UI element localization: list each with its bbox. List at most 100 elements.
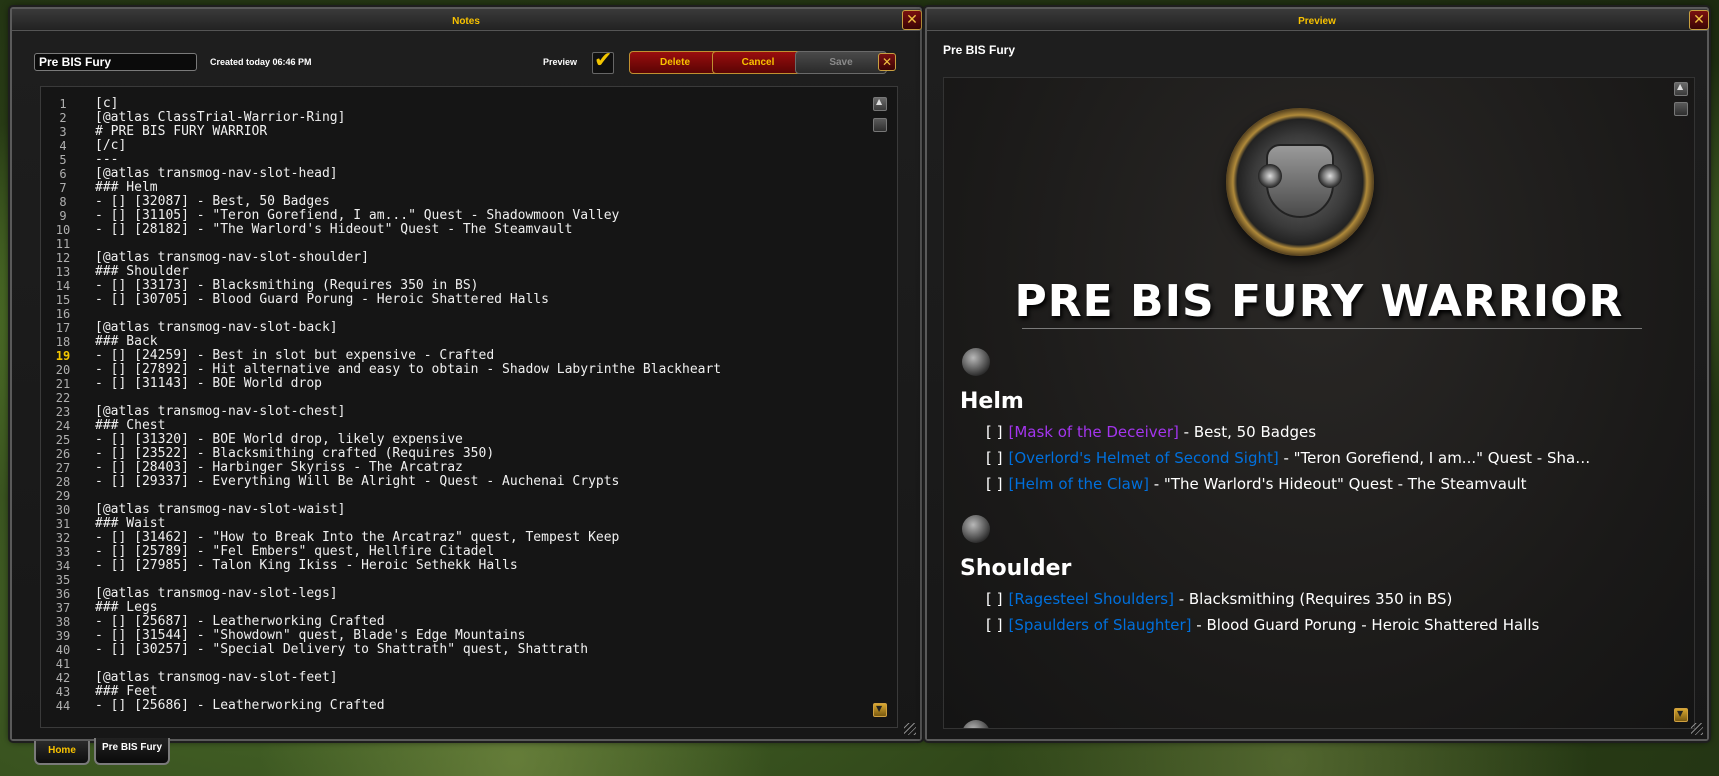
scrollbar-thumb[interactable] [873,118,887,132]
code-line[interactable]: [@atlas transmog-nav-slot-back] [95,321,867,335]
line-number: 6 [59,167,67,181]
code-line[interactable] [95,237,867,251]
item-link[interactable]: [Mask of the Deceiver] [1008,423,1178,441]
line-number: 3 [59,125,67,139]
notes-window-title: Notes [452,16,480,27]
code-line[interactable]: ### Waist [95,517,867,531]
scroll-up-button[interactable] [873,97,887,111]
preview-scroll-down-button[interactable] [1674,708,1688,722]
preview-window-close-button[interactable]: ✕ [1689,10,1709,30]
preview-resize-grip[interactable] [1691,723,1703,735]
line-number: 38 [55,615,71,629]
code-line[interactable]: ### Chest [95,419,867,433]
line-number-gutter: 1 2 3 4 5 6 7 8 9 10 11 12 13 14 15 16 17 18 19 20 21 22 23 24 2… [41,97,85,713]
tab-home[interactable]: Home [34,741,90,765]
code-line[interactable]: - [] [27892] - Hit alternative and easy … [95,363,867,377]
scroll-down-button[interactable] [873,703,887,717]
cancel-button[interactable]: Cancel [712,51,804,74]
code-line[interactable]: - [] [28182] - "The Warlord's Hideout" Q… [95,223,867,237]
line-number: 5 [59,153,67,167]
item-link[interactable]: [Spaulders of Slaughter] [1008,616,1191,634]
code-line[interactable]: ### Feet [95,685,867,699]
code-line[interactable]: [/c] [95,139,867,153]
line-number: 42 [55,671,71,685]
code-line[interactable]: # PRE BIS FURY WARRIOR [95,125,867,139]
code-line[interactable]: ### Shoulder [95,265,867,279]
item-checkbox[interactable]: [ ] [986,616,1002,634]
preview-scroll-up-button[interactable] [1674,82,1688,96]
preview-checkbox[interactable]: ✔ [592,48,614,74]
line-number: 32 [55,531,71,545]
code-line[interactable]: [@atlas transmog-nav-slot-legs] [95,587,867,601]
code-line[interactable]: - [] [31544] - "Showdown" quest, Blade's… [95,629,867,643]
code-line[interactable]: - [] [24259] - Best in slot but expensiv… [95,349,867,363]
line-number: 24 [55,419,71,433]
notes-window-close-button[interactable]: ✕ [902,10,922,30]
code-line[interactable]: ### Back [95,335,867,349]
code-line[interactable]: - [] [31320] - BOE World drop, likely ex… [95,433,867,447]
line-number: 14 [55,279,71,293]
code-line[interactable] [95,657,867,671]
code-line[interactable]: --- [95,153,867,167]
line-number: 8 [59,195,67,209]
line-number: 11 [55,237,71,251]
code-line[interactable]: - [] [27985] - Talon King Ikiss - Heroic… [95,559,867,573]
item-link[interactable]: [Helm of the Claw] [1008,475,1148,493]
code-line[interactable]: - [] [30257] - "Special Delivery to Shat… [95,643,867,657]
code-line[interactable]: - [] [28403] - Harbinger Skyriss - The A… [95,461,867,475]
code-line[interactable]: - [] [31105] - "Teron Gorefiend, I am...… [95,209,867,223]
code-line[interactable]: - [] [25686] - Leatherworking Crafted [95,699,867,713]
code-line[interactable]: - [] [31143] - BOE World drop [95,377,867,391]
code-line[interactable] [95,573,867,587]
tab-pre-bis-fury[interactable]: Pre BIS Fury [94,738,170,765]
code-line[interactable]: - [] [33173] - Blacksmithing (Requires 3… [95,279,867,293]
code-line[interactable]: [c] [95,97,867,111]
item-checkbox[interactable]: [ ] [986,590,1002,608]
code-line[interactable]: - [] [25789] - "Fel Embers" quest, Hellf… [95,545,867,559]
warrior-helmet-emblem [1258,144,1342,218]
item-checkbox[interactable]: [ ] [986,475,1002,493]
code-line[interactable]: [@atlas transmog-nav-slot-chest] [95,405,867,419]
line-number: 16 [55,307,71,321]
preview-heading: PRE BIS FURY WARRIOR [1014,276,1624,327]
code-line[interactable]: [@atlas transmog-nav-slot-waist] [95,503,867,517]
list-item: [ ] [Mask of the Deceiver] - Best, 50 Bad… [986,423,1596,441]
list-item: [ ] [Helm of the Claw] - "The Warlord's H… [986,475,1596,493]
preview-titlebar[interactable]: Preview [927,9,1707,31]
editor-close-button[interactable]: ✕ [878,53,896,71]
line-number: 2 [59,111,67,125]
notes-resize-grip[interactable] [904,723,916,735]
note-name-input[interactable]: Pre BIS Fury [34,53,197,71]
code-line[interactable]: [@atlas ClassTrial-Warrior-Ring] [95,111,867,125]
code-line[interactable]: ### Legs [95,601,867,615]
note-editor[interactable]: 1 2 3 4 5 6 7 8 9 10 11 12 13 14 15 16 17 18 19 20 21 22 23 24 2… [40,86,898,728]
line-number: 34 [55,559,71,573]
code-line[interactable]: - [] [30705] - Blood Guard Porung - Hero… [95,293,867,307]
code-line[interactable]: - [] [29337] - Everything Will Be Alrigh… [95,475,867,489]
code-line[interactable]: - [] [25687] - Leatherworking Crafted [95,615,867,629]
line-number: 31 [55,517,71,531]
code-line[interactable]: [@atlas transmog-nav-slot-feet] [95,671,867,685]
delete-button[interactable]: Delete [629,51,721,74]
preview-scrollbar-thumb[interactable] [1674,102,1688,116]
save-button[interactable]: Save [795,51,887,74]
item-checkbox[interactable]: [ ] [986,423,1002,441]
code-line[interactable] [95,307,867,321]
preview-content: PRE BIS FURY WARRIOR Helm [ ] [Mask of th… [943,77,1695,729]
code-line[interactable] [95,489,867,503]
code-line[interactable]: - [] [32087] - Best, 50 Badges [95,195,867,209]
code-line[interactable]: - [] [23522] - Blacksmithing crafted (Re… [95,447,867,461]
notes-titlebar[interactable]: Notes [12,9,920,31]
line-number: 10 [55,223,71,237]
code-line[interactable] [95,391,867,405]
code-text-area[interactable]: [c] [@atlas ClassTrial-Warrior-Ring] # PRE… [95,97,867,713]
item-checkbox[interactable]: [ ] [986,449,1002,467]
code-line[interactable]: [@atlas transmog-nav-slot-head] [95,167,867,181]
code-line[interactable]: ### Helm [95,181,867,195]
section-heading-helm: Helm [960,389,1024,414]
item-link[interactable]: [Ragesteel Shoulders] [1008,590,1173,608]
code-line[interactable]: [@atlas transmog-nav-slot-shoulder] [95,251,867,265]
item-description: - Blacksmithing (Requires 350 in BS) [1173,590,1453,608]
code-line[interactable]: - [] [31462] - "How to Break Into the Ar… [95,531,867,545]
item-link[interactable]: [Overlord's Helmet of Second Sight] [1008,449,1278,467]
